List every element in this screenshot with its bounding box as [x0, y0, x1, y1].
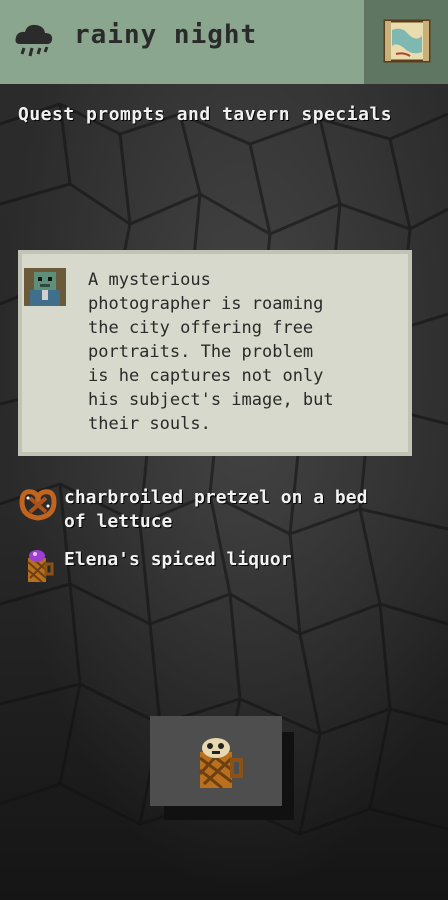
liquor-mug-icon — [198, 738, 243, 790]
zombie-portrait-icon — [24, 268, 66, 306]
map-icon — [383, 19, 431, 63]
weather-label: rainy night — [74, 20, 258, 50]
quest-prompt-text: A mysterious photographer is roaming the… — [88, 270, 334, 434]
selected-item-slot[interactable] — [150, 716, 282, 806]
special-item-label: charbroiled pretzel on a bed of lettuce — [64, 487, 368, 532]
rain-cloud-icon — [15, 24, 53, 57]
special-item-label: Elena's spiced liquor — [64, 549, 292, 570]
pretzel-icon — [19, 489, 57, 521]
liquor-mug-icon — [27, 550, 54, 583]
special-item[interactable]: Elena's spiced liquor — [18, 548, 384, 584]
section-subtitle: Quest prompts and tavern specials — [18, 104, 393, 125]
map-button[interactable] — [364, 0, 448, 84]
quest-card[interactable]: A mysterious photographer is roaming the… — [18, 250, 412, 456]
special-item[interactable]: charbroiled pretzel on a bed of lettuce — [18, 486, 384, 534]
header-bar: rainy night — [0, 0, 448, 84]
